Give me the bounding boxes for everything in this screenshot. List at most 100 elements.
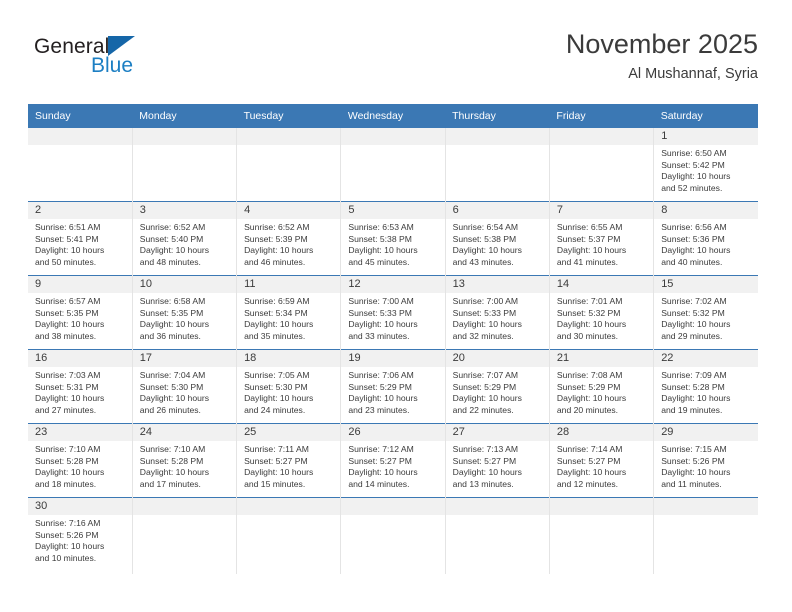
day-number: 15 [654, 276, 758, 293]
sunset-text: Sunset: 5:27 PM [452, 455, 517, 466]
daylight-text-line2: and 50 minutes. [35, 256, 97, 267]
calendar-day-cell[interactable]: 1 Sunrise: 6:50 AM Sunset: 5:42 PM Daylight… [653, 128, 758, 202]
daylight-text-line2: and 45 minutes. [348, 256, 410, 267]
day-details: Sunrise: 6:52 AM Sunset: 5:40 PM Daylight:… [133, 219, 236, 268]
calendar-day-cell[interactable]: 4 Sunrise: 6:52 AM Sunset: 5:39 PM Daylight… [236, 201, 341, 276]
daylight-text-line2: and 36 minutes. [139, 330, 201, 341]
daylight-text-line2: and 40 minutes. [661, 256, 723, 267]
page-header: General Blue November 2025 Al Mushannaf,… [28, 28, 758, 90]
calendar-day-cell[interactable]: 15 Sunrise: 7:02 AM Sunset: 5:32 PM Dayligh… [653, 275, 758, 350]
day-details: Sunrise: 7:02 AM Sunset: 5:32 PM Daylight:… [654, 293, 758, 342]
calendar-day-cell[interactable]: 3 Sunrise: 6:52 AM Sunset: 5:40 PM Daylight… [131, 201, 237, 276]
logo-text-blue: Blue [91, 54, 134, 77]
calendar-week-row: 16 Sunrise: 7:03 AM Sunset: 5:31 PM Dayligh… [28, 349, 758, 424]
daylight-text-line2: and 15 minutes. [244, 478, 306, 489]
day-details: Sunrise: 7:12 AM Sunset: 5:27 PM Daylight:… [341, 441, 444, 490]
calendar-day-cell[interactable]: 10 Sunrise: 6:58 AM Sunset: 5:35 PM Dayligh… [131, 275, 237, 350]
daylight-text-line1: Daylight: 10 hours [348, 467, 418, 478]
sunrise-text: Sunrise: 7:07 AM [452, 370, 519, 380]
daylight-text-line1: Daylight: 10 hours [661, 393, 731, 404]
sunset-text: Sunset: 5:41 PM [35, 233, 99, 244]
calendar-day-cell-empty [131, 128, 237, 202]
sunset-text: Sunset: 5:42 PM [661, 159, 725, 170]
sunrise-text: Sunrise: 7:08 AM [556, 370, 623, 380]
daylight-text-line2: and 11 minutes. [661, 478, 722, 489]
day-number: 22 [654, 350, 758, 367]
calendar-day-cell[interactable]: 29 Sunrise: 7:15 AM Sunset: 5:26 PM Dayligh… [653, 423, 758, 498]
daylight-text-line1: Daylight: 10 hours [556, 319, 627, 330]
calendar-day-cell[interactable]: 30 Sunrise: 7:16 AM Sunset: 5:26 PM Dayligh… [28, 497, 133, 574]
calendar-day-cell[interactable]: 19 Sunrise: 7:06 AM Sunset: 5:29 PM Dayligh… [340, 349, 446, 424]
sunset-text: Sunset: 5:28 PM [35, 455, 99, 466]
daylight-text-line1: Daylight: 10 hours [452, 319, 522, 330]
day-details: Sunrise: 7:01 AM Sunset: 5:32 PM Daylight:… [550, 293, 653, 342]
calendar-day-cell[interactable]: 12 Sunrise: 7:00 AM Sunset: 5:33 PM Dayligh… [340, 275, 446, 350]
daylight-text-line1: Daylight: 10 hours [452, 467, 522, 478]
calendar-day-cell[interactable]: 27 Sunrise: 7:13 AM Sunset: 5:27 PM Dayligh… [444, 423, 550, 498]
sunset-text: Sunset: 5:30 PM [244, 381, 308, 392]
day-number [445, 498, 549, 515]
calendar-day-cell[interactable]: 22 Sunrise: 7:09 AM Sunset: 5:28 PM Dayligh… [653, 349, 758, 424]
day-number: 13 [445, 276, 549, 293]
calendar-day-cell[interactable]: 5 Sunrise: 6:53 AM Sunset: 5:38 PM Daylight… [340, 201, 446, 276]
calendar-day-cell[interactable]: 9 Sunrise: 6:57 AM Sunset: 5:35 PM Daylight… [28, 275, 133, 350]
calendar-day-cell-empty [444, 128, 550, 202]
weekday-header-monday: Monday [132, 104, 237, 128]
daylight-text-line1: Daylight: 10 hours [139, 319, 210, 330]
sunset-text: Sunset: 5:34 PM [244, 307, 308, 318]
calendar-day-cell[interactable]: 11 Sunrise: 6:59 AM Sunset: 5:34 PM Dayligh… [236, 275, 341, 350]
day-number: 11 [237, 276, 341, 293]
daylight-text-line2: and 46 minutes. [244, 256, 306, 267]
sunset-text: Sunset: 5:26 PM [35, 529, 99, 540]
calendar-week-row: 30 Sunrise: 7:16 AM Sunset: 5:26 PM Dayligh… [28, 497, 758, 574]
calendar-day-cell[interactable]: 25 Sunrise: 7:11 AM Sunset: 5:27 PM Dayligh… [236, 423, 341, 498]
calendar-body: 1 Sunrise: 6:50 AM Sunset: 5:42 PM Daylight… [28, 128, 758, 574]
calendar-day-cell[interactable]: 8 Sunrise: 6:56 AM Sunset: 5:36 PM Daylight… [653, 201, 758, 276]
calendar-day-cell[interactable]: 6 Sunrise: 6:54 AM Sunset: 5:38 PM Daylight… [444, 201, 550, 276]
calendar-day-cell[interactable]: 20 Sunrise: 7:07 AM Sunset: 5:29 PM Dayligh… [444, 349, 550, 424]
day-details: Sunrise: 7:13 AM Sunset: 5:27 PM Daylight:… [446, 441, 549, 490]
day-details: Sunrise: 7:05 AM Sunset: 5:30 PM Daylight:… [237, 367, 340, 416]
day-number [132, 498, 237, 515]
day-number [549, 498, 654, 515]
daylight-text-line1: Daylight: 10 hours [35, 393, 105, 404]
general-blue-logo: General Blue [34, 36, 214, 92]
calendar-day-cell[interactable]: 24 Sunrise: 7:10 AM Sunset: 5:28 PM Dayligh… [131, 423, 237, 498]
sunset-text: Sunset: 5:31 PM [35, 381, 99, 392]
calendar-day-cell-empty [131, 497, 237, 574]
day-details: Sunrise: 7:15 AM Sunset: 5:26 PM Daylight:… [654, 441, 758, 490]
calendar-day-cell[interactable]: 26 Sunrise: 7:12 AM Sunset: 5:27 PM Dayligh… [340, 423, 446, 498]
calendar-day-cell[interactable]: 16 Sunrise: 7:03 AM Sunset: 5:31 PM Dayligh… [28, 349, 133, 424]
day-details: Sunrise: 7:09 AM Sunset: 5:28 PM Daylight:… [654, 367, 758, 416]
weekday-header-row: Sunday Monday Tuesday Wednesday Thursday… [28, 104, 758, 128]
calendar-day-cell[interactable]: 23 Sunrise: 7:10 AM Sunset: 5:28 PM Dayligh… [28, 423, 133, 498]
calendar-day-cell[interactable]: 21 Sunrise: 7:08 AM Sunset: 5:29 PM Dayligh… [548, 349, 654, 424]
daylight-text-line1: Daylight: 10 hours [139, 467, 210, 478]
weekday-header-thursday: Thursday [445, 104, 550, 128]
calendar-day-cell[interactable]: 14 Sunrise: 7:01 AM Sunset: 5:32 PM Dayligh… [548, 275, 654, 350]
calendar-day-cell[interactable]: 18 Sunrise: 7:05 AM Sunset: 5:30 PM Dayligh… [236, 349, 341, 424]
day-details: Sunrise: 6:55 AM Sunset: 5:37 PM Daylight:… [550, 219, 653, 268]
calendar-day-cell[interactable]: 17 Sunrise: 7:04 AM Sunset: 5:30 PM Dayligh… [131, 349, 237, 424]
sunrise-text: Sunrise: 7:14 AM [556, 444, 623, 454]
daylight-text-line2: and 30 minutes. [556, 330, 619, 341]
sunrise-text: Sunrise: 7:05 AM [244, 370, 310, 380]
daylight-text-line2: and 41 minutes. [556, 256, 619, 267]
sunrise-text: Sunrise: 7:10 AM [139, 444, 206, 454]
calendar-day-cell[interactable]: 13 Sunrise: 7:00 AM Sunset: 5:33 PM Dayligh… [444, 275, 550, 350]
sunrise-text: Sunrise: 7:15 AM [661, 444, 727, 454]
calendar-day-cell[interactable]: 7 Sunrise: 6:55 AM Sunset: 5:37 PM Daylight… [548, 201, 654, 276]
sunrise-text: Sunrise: 7:00 AM [452, 296, 519, 306]
sunrise-text: Sunrise: 6:52 AM [139, 222, 206, 232]
day-number [132, 128, 237, 145]
daylight-text-line2: and 23 minutes. [348, 404, 410, 415]
day-number: 23 [28, 424, 132, 441]
sunset-text: Sunset: 5:27 PM [244, 455, 308, 466]
calendar-day-cell[interactable]: 28 Sunrise: 7:14 AM Sunset: 5:27 PM Dayligh… [548, 423, 654, 498]
sunset-text: Sunset: 5:33 PM [348, 307, 412, 318]
day-details: Sunrise: 7:16 AM Sunset: 5:26 PM Daylight:… [28, 515, 132, 564]
sunset-text: Sunset: 5:36 PM [661, 233, 725, 244]
calendar-day-cell[interactable]: 2 Sunrise: 6:51 AM Sunset: 5:41 PM Daylight… [28, 201, 133, 276]
day-number [654, 498, 758, 515]
daylight-text-line2: and 48 minutes. [139, 256, 201, 267]
